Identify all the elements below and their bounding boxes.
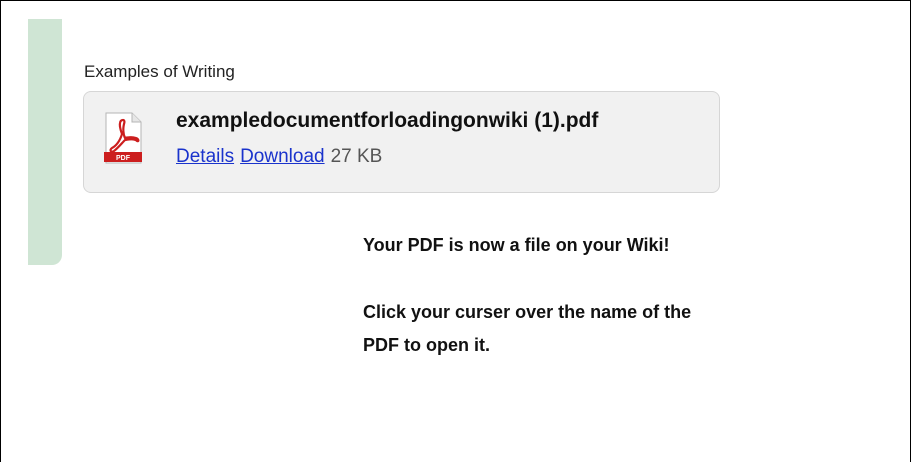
accent-sidebar [28, 19, 62, 265]
instruction-note-2-line-1: Click your curser over the name of the [363, 302, 692, 322]
pdf-icon-label: PDF [116, 155, 131, 162]
file-actions: Details Download 27 KB [176, 146, 382, 168]
pdf-file-icon: PDF [104, 112, 142, 164]
instruction-note-2-line-2: PDF to open it. [363, 335, 490, 355]
file-attachment-card: PDF exampledocumentforloadingonwiki (1).… [83, 91, 720, 193]
instruction-note-1: Your PDF is now a file on your Wiki! [363, 235, 670, 255]
download-link[interactable]: Download [240, 146, 325, 167]
instruction-note-2: Click your curser over the name of the P… [363, 296, 863, 362]
file-name-link[interactable]: exampledocumentforloadingonwiki (1).pdf [176, 109, 719, 133]
section-title: Examples of Writing [84, 62, 235, 81]
details-link[interactable]: Details [176, 146, 234, 167]
file-size: 27 KB [330, 146, 383, 167]
